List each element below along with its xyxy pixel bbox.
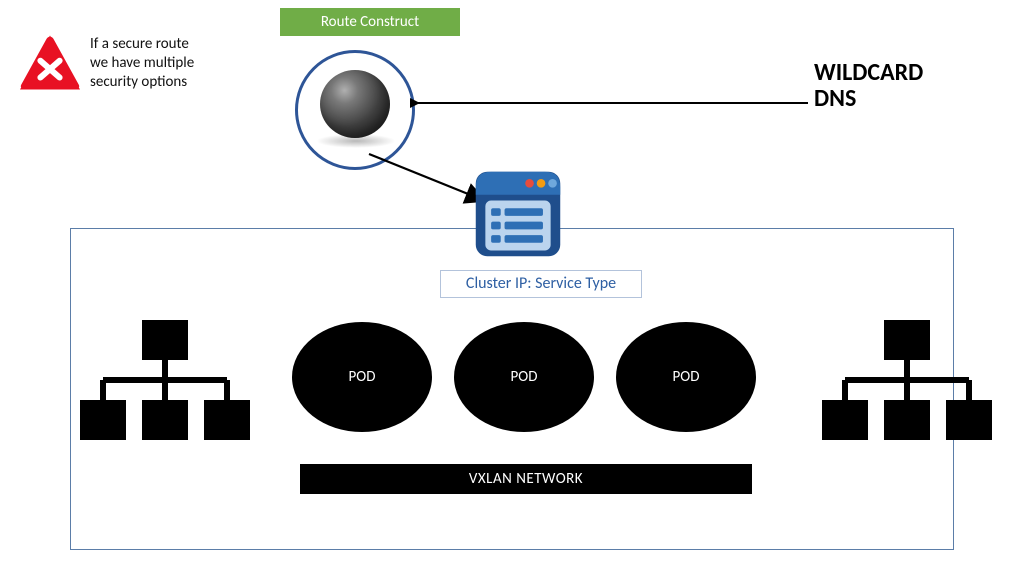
org-chart-left-icon [80, 320, 250, 440]
arrow-dns-to-route-icon [410, 93, 810, 113]
cluster-ip-label: Cluster IP: Service Type [440, 270, 642, 298]
pod: POD [454, 322, 594, 432]
warning-text-line: security options [90, 73, 187, 91]
warning-text-line: we have multiple [90, 54, 194, 72]
dns-line: WILDCARD [814, 58, 923, 87]
warning-icon [20, 35, 80, 90]
wildcard-dns-label: WILDCARD DNS [814, 60, 994, 113]
org-chart-right-icon [822, 320, 992, 440]
warning-text: If a secure route we have multiple secur… [90, 35, 250, 91]
warning-text-line: If a secure route [90, 35, 189, 53]
dns-line: DNS [814, 84, 856, 113]
vxlan-network-bar: VXLAN NETWORK [300, 464, 752, 494]
pod: POD [616, 322, 756, 432]
service-icon [470, 166, 566, 262]
route-construct-banner: Route Construct [280, 8, 460, 36]
pod: POD [292, 322, 432, 432]
sphere-icon [320, 70, 390, 138]
